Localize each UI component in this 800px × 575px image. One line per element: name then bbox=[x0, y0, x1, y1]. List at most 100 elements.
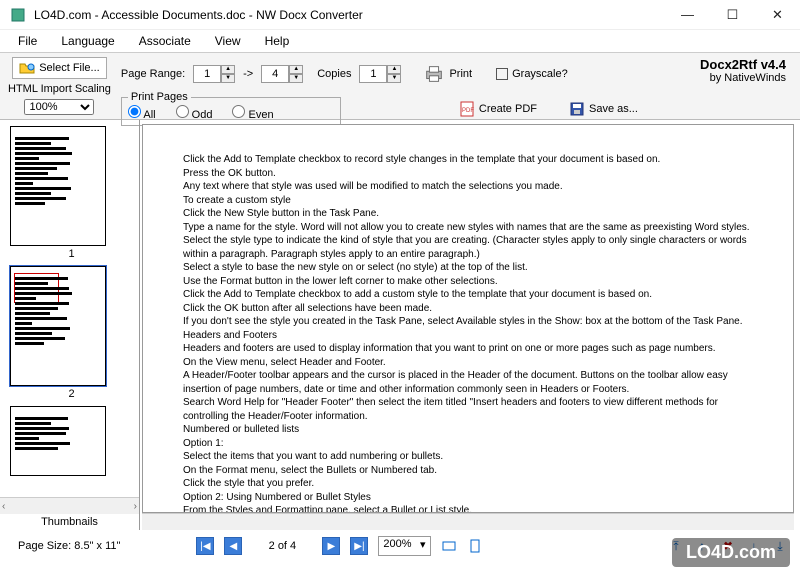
doc-line: Press the OK button. bbox=[183, 167, 763, 181]
doc-line: Headers and footers are used to display … bbox=[183, 342, 763, 356]
spin-up-icon[interactable]: ▲ bbox=[289, 65, 303, 74]
doc-line: Select the style type to indicate the ki… bbox=[183, 234, 763, 261]
app-icon bbox=[10, 7, 26, 23]
doc-line: Use the Format button in the lower left … bbox=[183, 275, 763, 289]
page-from-spinner[interactable]: ▲▼ bbox=[193, 65, 235, 83]
select-file-button[interactable]: Select File... bbox=[12, 57, 107, 79]
brand-title: Docx2Rtf v4.4 bbox=[700, 57, 786, 72]
menu-bar: File Language Associate View Help bbox=[0, 30, 800, 52]
spin-down-icon[interactable]: ▼ bbox=[387, 74, 401, 83]
thumbnail-panel: 1 2 ‹› Thumbnails bbox=[0, 120, 140, 530]
preview-panel: Click the Add to Template checkbox to re… bbox=[140, 120, 800, 530]
radio-odd[interactable]: Odd bbox=[176, 105, 213, 121]
watermark: LO4D.com bbox=[672, 538, 790, 567]
grayscale-checkbox[interactable]: Grayscale? bbox=[496, 68, 568, 80]
menu-file[interactable]: File bbox=[8, 32, 47, 50]
title-bar: LO4D.com - Accessible Documents.doc - NW… bbox=[0, 0, 800, 30]
radio-even[interactable]: Even bbox=[232, 105, 273, 121]
page-to-spinner[interactable]: ▲▼ bbox=[261, 65, 303, 83]
preview-scroll[interactable]: Click the Add to Template checkbox to re… bbox=[142, 124, 794, 513]
prev-page-button[interactable]: ◀ bbox=[224, 537, 242, 555]
doc-line: A Header/Footer toolbar appears and the … bbox=[183, 369, 763, 396]
thumbnail-1-label: 1 bbox=[10, 248, 133, 260]
preview-hscroll[interactable] bbox=[142, 513, 794, 530]
page-to-input[interactable] bbox=[261, 65, 289, 83]
copies-spinner[interactable]: ▲▼ bbox=[359, 65, 401, 83]
svg-text:PDF: PDF bbox=[462, 108, 474, 114]
doc-line: Click the style that you prefer. bbox=[183, 477, 763, 491]
window-title: LO4D.com - Accessible Documents.doc - NW… bbox=[34, 8, 665, 22]
doc-line: Any text where that style was used will … bbox=[183, 180, 763, 194]
first-page-button[interactable]: |◀ bbox=[196, 537, 214, 555]
print-label: Print bbox=[449, 68, 472, 80]
range-arrow: -> bbox=[243, 68, 253, 80]
copies-label: Copies bbox=[317, 68, 351, 80]
doc-line: Click the Add to Template checkbox to ad… bbox=[183, 288, 763, 302]
maximize-button[interactable]: ☐ bbox=[710, 0, 755, 30]
doc-line: Numbered or bulleted lists bbox=[183, 423, 763, 437]
radio-all[interactable]: All bbox=[128, 105, 156, 121]
printer-icon bbox=[423, 63, 445, 85]
last-page-button[interactable]: ▶| bbox=[350, 537, 368, 555]
doc-line: Select the items that you want to add nu… bbox=[183, 450, 763, 464]
next-page-button[interactable]: ▶ bbox=[322, 537, 340, 555]
menu-help[interactable]: Help bbox=[255, 32, 300, 50]
print-button[interactable]: Print bbox=[423, 63, 472, 85]
menu-view[interactable]: View bbox=[205, 32, 251, 50]
html-scaling-label: HTML Import Scaling bbox=[8, 83, 111, 95]
brand-by: by NativeWinds bbox=[700, 72, 786, 84]
doc-line: Type a name for the style. Word will not… bbox=[183, 221, 763, 235]
save-as-label: Save as... bbox=[589, 103, 638, 115]
page-position: 2 of 4 bbox=[252, 540, 312, 552]
doc-line: Option 1: bbox=[183, 437, 763, 451]
folder-open-icon bbox=[19, 60, 35, 76]
spin-up-icon[interactable]: ▲ bbox=[387, 65, 401, 74]
save-icon bbox=[569, 101, 585, 117]
menu-language[interactable]: Language bbox=[51, 32, 124, 50]
doc-line: If you don't see the style you created i… bbox=[183, 315, 763, 329]
page-size-label: Page Size: 8.5" x 11" bbox=[12, 538, 126, 554]
thumbnail-page-3[interactable] bbox=[10, 406, 106, 476]
work-area: 1 2 ‹› Thumbnails Click the Add to Templ… bbox=[0, 120, 800, 530]
doc-line: Search Word Help for "Header Footer" the… bbox=[183, 396, 763, 423]
doc-line: From the Styles and Formatting pane, sel… bbox=[183, 504, 763, 513]
thumbnail-2-label: 2 bbox=[10, 388, 133, 400]
page-from-input[interactable] bbox=[193, 65, 221, 83]
document-content: Click the Add to Template checkbox to re… bbox=[143, 125, 793, 513]
spin-up-icon[interactable]: ▲ bbox=[221, 65, 235, 74]
spin-down-icon[interactable]: ▼ bbox=[289, 74, 303, 83]
thumbnail-page-1[interactable] bbox=[10, 126, 106, 246]
doc-line: On the Format menu, select the Bullets o… bbox=[183, 464, 763, 478]
minimize-button[interactable]: — bbox=[665, 0, 710, 30]
copies-input[interactable] bbox=[359, 65, 387, 83]
chevron-down-icon: ▾ bbox=[420, 538, 426, 551]
select-file-label: Select File... bbox=[39, 62, 100, 74]
doc-line: Option 2: Using Numbered or Bullet Style… bbox=[183, 491, 763, 505]
checkbox-box-icon bbox=[496, 68, 508, 80]
thumbnail-page-2[interactable] bbox=[10, 266, 106, 386]
doc-line: Click the Add to Template checkbox to re… bbox=[183, 153, 763, 167]
scroll-right-icon[interactable]: › bbox=[134, 501, 137, 512]
fit-page-button[interactable] bbox=[467, 538, 483, 554]
close-button[interactable]: ✕ bbox=[755, 0, 800, 30]
zoom-select[interactable]: 200%▾ bbox=[378, 536, 430, 556]
brand-box: Docx2Rtf v4.4 by NativeWinds bbox=[700, 57, 792, 115]
pdf-icon: PDF bbox=[459, 101, 475, 117]
save-as-button[interactable]: Save as... bbox=[569, 101, 638, 117]
spin-down-icon[interactable]: ▼ bbox=[221, 74, 235, 83]
thumbnails-list[interactable]: 1 2 bbox=[0, 120, 139, 497]
create-pdf-label: Create PDF bbox=[479, 103, 537, 115]
thumbnail-hscroll[interactable]: ‹› bbox=[0, 497, 139, 514]
menu-associate[interactable]: Associate bbox=[129, 32, 201, 50]
scroll-left-icon[interactable]: ‹ bbox=[2, 501, 5, 512]
doc-line: To create a custom style bbox=[183, 194, 763, 208]
fit-width-button[interactable] bbox=[441, 538, 457, 554]
doc-line: Click the New Style button in the Task P… bbox=[183, 207, 763, 221]
page-range-label: Page Range: bbox=[121, 68, 185, 80]
html-scaling-select[interactable]: 100% bbox=[24, 99, 94, 115]
create-pdf-button[interactable]: PDF Create PDF bbox=[459, 101, 537, 117]
doc-line: Click the OK button after all selections… bbox=[183, 302, 763, 316]
print-pages-legend: Print Pages bbox=[128, 91, 191, 103]
doc-line: Select a style to base the new style on … bbox=[183, 261, 763, 275]
doc-line: Headers and Footers bbox=[183, 329, 763, 343]
